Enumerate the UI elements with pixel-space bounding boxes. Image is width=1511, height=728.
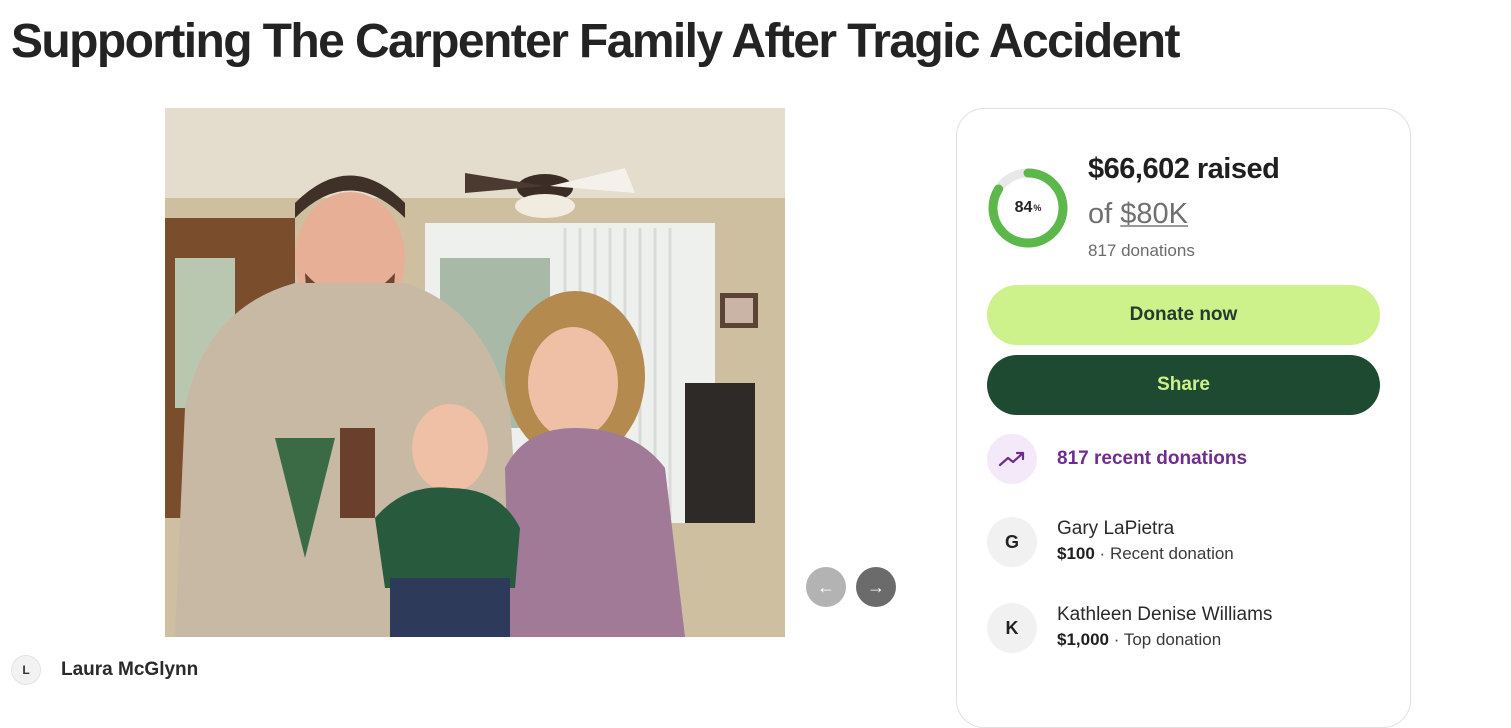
share-button[interactable]: Share [987, 355, 1380, 415]
donor-name: Kathleen Denise Williams [1057, 604, 1273, 625]
donor-item: G Gary LaPietra $100 · Recent donation [987, 517, 1234, 567]
carousel-prev-button[interactable]: ← [806, 567, 846, 607]
donor-name: Gary LaPietra [1057, 518, 1175, 539]
recent-donations-link[interactable]: 817 recent donations [987, 434, 1247, 484]
progress-unit: % [1033, 203, 1042, 213]
donor-separator: · [1094, 544, 1110, 563]
donor-avatar: K [987, 603, 1037, 653]
donate-now-button[interactable]: Donate now [987, 285, 1380, 345]
organizer-name[interactable]: Laura McGlynn [61, 659, 198, 681]
arrow-right-icon: → [867, 576, 885, 597]
progress-number: 84 [1014, 199, 1033, 216]
donor-meta: $1,000 · Top donation [1057, 627, 1272, 653]
donor-avatar: G [987, 517, 1037, 567]
carousel-next-button[interactable]: → [856, 567, 896, 607]
arrow-left-icon: ← [817, 576, 835, 597]
recent-donations-label: 817 recent donations [1057, 448, 1248, 469]
organizer-avatar: L [11, 655, 41, 685]
amount-raised: $66,602 raised [1088, 153, 1280, 185]
trending-up-icon [987, 434, 1037, 484]
donor-item: K Kathleen Denise Williams $1,000 · Top … [987, 603, 1272, 653]
goal-link[interactable]: $80K [1120, 198, 1188, 230]
progress-percent: 84% [987, 167, 1069, 249]
goal-prefix: of [1088, 198, 1121, 230]
page-title: Supporting The Carpenter Family After Tr… [11, 15, 1180, 68]
donor-meta: $100 · Recent donation [1057, 541, 1234, 567]
goal-amount: of $80K [1088, 198, 1188, 231]
donor-type: Top donation [1123, 630, 1222, 649]
donation-card: 84% $66,602 raised of $80K 817 donations… [956, 108, 1411, 728]
family-photo-illustration [165, 108, 785, 637]
organizer: L Laura McGlynn [11, 655, 198, 685]
campaign-photo[interactable] [165, 108, 785, 637]
donor-separator: · [1109, 630, 1124, 649]
donation-count: 817 donations [1088, 241, 1195, 260]
donor-type: Recent donation [1109, 544, 1234, 563]
donor-amount: $1,000 [1057, 630, 1109, 649]
donor-amount: $100 [1057, 544, 1095, 563]
